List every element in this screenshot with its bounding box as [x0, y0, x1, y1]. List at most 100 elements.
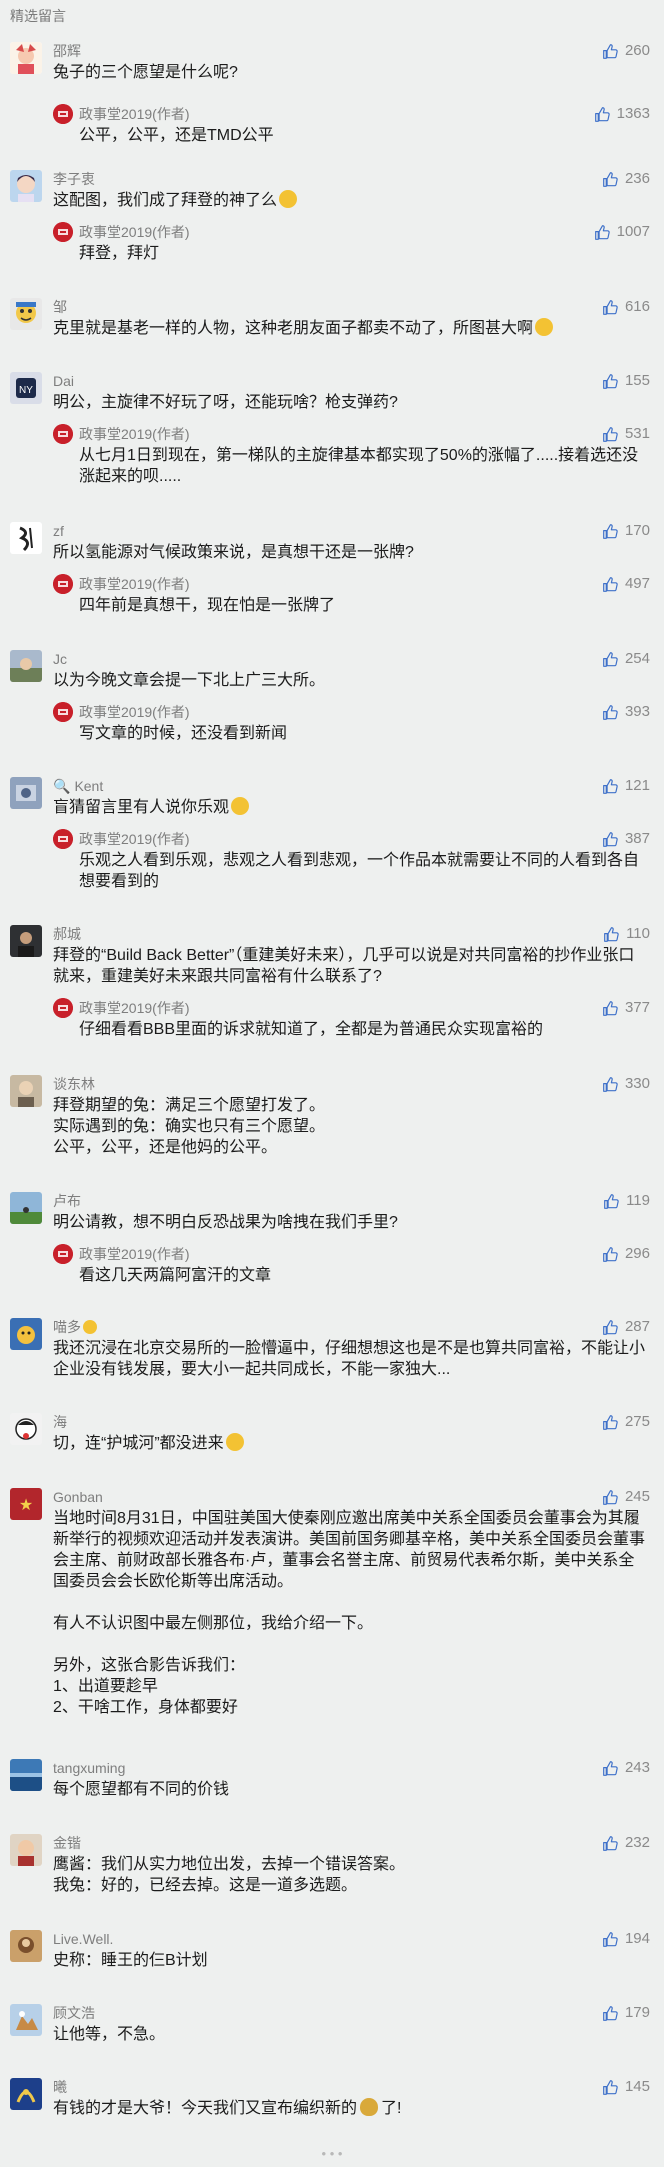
svg-text:★: ★	[19, 1497, 33, 1514]
like-button[interactable]: 119	[603, 1192, 650, 1210]
reply-text: 写文章的时候，还没看到新闻	[79, 725, 288, 742]
thumb-up-icon	[602, 778, 619, 795]
commenter-name: 李子衷	[53, 171, 95, 187]
avatar[interactable]	[10, 777, 42, 809]
reply-like-button[interactable]: 1363	[594, 105, 650, 123]
like-button[interactable]: 243	[602, 1759, 650, 1777]
reply-author-name: 政事堂2019(作者)	[79, 224, 190, 240]
thumb-up-icon	[602, 2079, 619, 2096]
author-avatar-icon	[53, 702, 73, 722]
comment-text: 有钱的才是大爷！今天我们又宣布编织新的 了!	[53, 2098, 402, 2117]
reply-text: 公平，公平，还是TMD公平	[79, 127, 274, 144]
like-count: 296	[624, 1245, 650, 1262]
reply-like-button[interactable]: 387	[602, 830, 650, 848]
thumb-up-icon	[602, 1835, 619, 1852]
like-button[interactable]: 275	[602, 1413, 650, 1431]
like-button[interactable]: 179	[602, 2004, 650, 2022]
reply-author-name: 政事堂2019(作者)	[79, 426, 190, 442]
avatar[interactable]	[10, 2078, 42, 2110]
like-button[interactable]: 330	[602, 1075, 650, 1093]
like-button[interactable]: 260	[602, 42, 650, 60]
comment-text: 以为今晚文章会提一下北上广三大所。	[53, 672, 326, 689]
search-icon: 🔍	[53, 778, 71, 794]
thumb-up-icon	[602, 299, 619, 316]
reply-text: 仔细看看BBB里面的诉求就知道了，全都是为普通民众实现富裕的	[79, 1021, 544, 1038]
like-count: 330	[624, 1075, 650, 1092]
thumb-up-icon	[602, 373, 619, 390]
like-button[interactable]: 145	[602, 2078, 650, 2096]
avatar[interactable]	[10, 1318, 42, 1350]
avatar[interactable]: ★	[10, 1488, 42, 1520]
reply-text: 拜登，拜灯	[79, 245, 160, 262]
author-avatar-icon	[53, 829, 73, 849]
like-count: 236	[624, 170, 650, 187]
emoji-icon	[535, 318, 554, 336]
like-button[interactable]: 121	[602, 777, 650, 795]
thumb-up-icon	[602, 1931, 619, 1948]
like-button[interactable]: 232	[602, 1834, 650, 1852]
avatar[interactable]	[10, 2004, 42, 2036]
reply-like-button[interactable]: 497	[602, 575, 650, 593]
avatar[interactable]	[10, 42, 42, 74]
money-bag-icon	[360, 2098, 379, 2116]
like-button[interactable]: 236	[602, 170, 650, 188]
like-button[interactable]: 110	[603, 925, 650, 943]
emoji-icon	[83, 1320, 97, 1334]
reply-author-name: 政事堂2019(作者)	[79, 1000, 190, 1016]
like-button[interactable]: 616	[602, 298, 650, 316]
comment-text: 拜登的“Build Back Better”（重建美好未来），几乎可以说是对共同…	[53, 947, 635, 985]
svg-text:NY: NY	[19, 385, 33, 396]
reply-author-name: 政事堂2019(作者)	[79, 1246, 190, 1262]
like-count: 194	[624, 1930, 650, 1947]
avatar[interactable]	[10, 522, 42, 554]
thumb-up-icon	[603, 926, 620, 943]
reply-author-name: 政事堂2019(作者)	[79, 576, 190, 592]
avatar[interactable]	[10, 1192, 42, 1224]
author-avatar-icon	[53, 222, 73, 242]
avatar[interactable]	[10, 170, 42, 202]
comment-text: 拜登期望的兔：满足三个愿望打发了。 实际遇到的兔：确实也只有三个愿望。 公平，公…	[53, 1097, 326, 1156]
commenter-name: 邵辉	[53, 43, 81, 59]
commenter-name: zf	[53, 523, 64, 539]
avatar[interactable]	[10, 925, 42, 957]
like-count: 254	[624, 650, 650, 667]
emoji-icon	[231, 797, 250, 815]
like-button[interactable]: 254	[602, 650, 650, 668]
author-avatar-icon	[53, 998, 73, 1018]
like-count: 1363	[616, 105, 650, 122]
like-count: 497	[624, 575, 650, 592]
thumb-up-icon	[602, 1319, 619, 1336]
like-button[interactable]: 287	[602, 1318, 650, 1336]
like-button[interactable]: 170	[602, 522, 650, 540]
reply-like-button[interactable]: 393	[602, 703, 650, 721]
avatar[interactable]	[10, 298, 42, 330]
like-count: 243	[624, 1759, 650, 1776]
reply-like-button[interactable]: 296	[602, 1245, 650, 1263]
like-button[interactable]: 194	[602, 1930, 650, 1948]
avatar[interactable]: NY	[10, 372, 42, 404]
avatar[interactable]	[10, 650, 42, 682]
like-button[interactable]: 245	[602, 1488, 650, 1506]
thumb-up-icon	[602, 704, 619, 721]
avatar[interactable]	[10, 1930, 42, 1962]
like-count: 377	[624, 999, 650, 1016]
thumb-up-icon	[602, 523, 619, 540]
thumb-up-icon	[602, 831, 619, 848]
reply-like-button[interactable]: 377	[602, 999, 650, 1017]
like-count: 616	[624, 298, 650, 315]
avatar[interactable]	[10, 1075, 42, 1107]
commenter-name: Gonban	[53, 1489, 103, 1505]
reply-like-button[interactable]: 531	[602, 425, 650, 443]
thumb-up-icon	[602, 576, 619, 593]
emoji-icon	[279, 190, 298, 208]
avatar[interactable]	[10, 1413, 42, 1445]
commenter-name: 曦	[53, 2079, 67, 2095]
author-avatar-icon	[53, 574, 73, 594]
commenter-name: Dai	[53, 373, 75, 389]
like-button[interactable]: 155	[602, 372, 650, 390]
reply-author-name: 政事堂2019(作者)	[79, 831, 190, 847]
avatar[interactable]	[10, 1834, 42, 1866]
comment-text: 每个愿望都有不同的价钱	[53, 1781, 230, 1798]
reply-like-button[interactable]: 1007	[594, 223, 650, 241]
avatar[interactable]	[10, 1759, 42, 1791]
